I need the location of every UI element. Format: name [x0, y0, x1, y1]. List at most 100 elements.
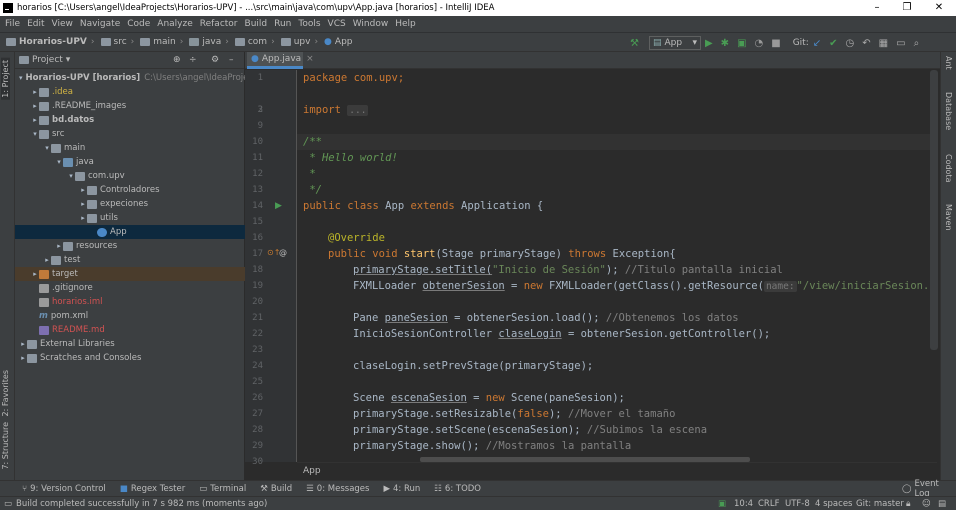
- tree-item-java[interactable]: ▾ java: [15, 155, 245, 169]
- tree-item-external-libraries[interactable]: ▸ External Libraries: [15, 337, 245, 351]
- tool-version-control[interactable]: ⑂ 9: Version Control: [22, 484, 106, 494]
- notifications-icon[interactable]: ▤: [938, 499, 946, 509]
- folded-imports[interactable]: ...: [347, 105, 369, 116]
- tool-messages[interactable]: ☰ 0: Messages: [306, 484, 369, 494]
- stop-icon[interactable]: ■: [771, 38, 780, 49]
- locate-icon[interactable]: ⊕: [173, 55, 181, 65]
- codota-status-icon[interactable]: ▣: [718, 499, 726, 509]
- tool-build[interactable]: ⚒ Build: [260, 484, 292, 494]
- maven-tool-tab[interactable]: Maven: [944, 204, 953, 231]
- status-message[interactable]: Build completed successfully in 7 s 982 …: [16, 499, 267, 509]
- structure-tool-tab[interactable]: 7: Structure: [1, 422, 10, 470]
- file-encoding[interactable]: UTF-8: [785, 499, 810, 509]
- git-commit-icon[interactable]: ✔: [829, 38, 837, 49]
- close-button[interactable]: ✕: [924, 0, 954, 16]
- tree-item-resources[interactable]: ▸ resources: [15, 239, 245, 253]
- tool-regex-tester[interactable]: ■ Regex Tester: [120, 484, 185, 494]
- hammer-build-icon[interactable]: ⚒: [630, 38, 639, 49]
- chevron-down-icon[interactable]: ▾: [66, 55, 71, 65]
- code-editor[interactable]: package com.upv; import ... /** * Hello …: [297, 70, 937, 462]
- tree-item-pom-xml[interactable]: m pom.xml: [15, 309, 245, 323]
- close-tab-icon[interactable]: ×: [306, 54, 314, 64]
- rollback-icon[interactable]: ↶: [862, 38, 870, 49]
- class-icon: ●: [324, 37, 332, 47]
- tab-app-java[interactable]: ● App.java ×: [247, 52, 314, 69]
- menu-build[interactable]: Build: [245, 19, 268, 29]
- coverage-icon[interactable]: ▣: [737, 38, 746, 49]
- debug-icon[interactable]: ✱: [721, 38, 729, 49]
- codota-tool-tab[interactable]: Codota: [944, 154, 953, 183]
- menu-refactor[interactable]: Refactor: [200, 19, 238, 29]
- breadcrumb-src[interactable]: src ›: [100, 37, 134, 47]
- menu-code[interactable]: Code: [127, 19, 150, 29]
- database-tool-tab[interactable]: Database: [944, 92, 953, 130]
- tree-item-project-root[interactable]: ▾ Horarios-UPV [horarios] C:\Users\angel\I…: [15, 71, 270, 85]
- git-history-icon[interactable]: ◷: [846, 38, 855, 49]
- lock-icon[interactable]: 🔒︎: [906, 499, 911, 509]
- profile-icon[interactable]: ◔: [755, 38, 764, 49]
- tree-item-utils[interactable]: ▸ utils: [15, 211, 245, 225]
- resources-folder-icon: [63, 241, 73, 251]
- status-layout-icon[interactable]: ▭: [4, 499, 12, 509]
- layout-icon[interactable]: ▭: [896, 38, 905, 49]
- git-update-icon[interactable]: ↙: [813, 38, 821, 49]
- inspector-icon[interactable]: ☺: [922, 499, 931, 509]
- menu-edit[interactable]: Edit: [27, 19, 44, 29]
- breadcrumb-com[interactable]: com ›: [234, 37, 275, 47]
- tree-item-com-upv[interactable]: ▾ com.upv: [15, 169, 245, 183]
- tree-item-src[interactable]: ▾ src: [15, 127, 245, 141]
- tree-item-gitignore[interactable]: .gitignore: [15, 281, 245, 295]
- line-number: 30: [252, 457, 263, 467]
- search-icon[interactable]: ⌕: [914, 38, 920, 49]
- tree-item-readme-images[interactable]: ▸ .README_images: [15, 99, 245, 113]
- breadcrumb-java[interactable]: java ›: [189, 37, 229, 47]
- project-view-selector[interactable]: Project: [32, 55, 63, 65]
- tree-item-horarios-iml[interactable]: horarios.iml: [15, 295, 245, 309]
- gear-icon[interactable]: ⚙: [211, 55, 219, 65]
- tree-item-expeciones[interactable]: ▸ expeciones: [15, 197, 245, 211]
- tree-item-controladores[interactable]: ▸ Controladores: [15, 183, 245, 197]
- menu-help[interactable]: Help: [395, 19, 416, 29]
- menu-tools[interactable]: Tools: [298, 19, 320, 29]
- menu-navigate[interactable]: Navigate: [80, 19, 120, 29]
- breadcrumb-project[interactable]: Horarios-UPV ›: [6, 37, 95, 47]
- ant-tool-tab[interactable]: Ant: [944, 56, 953, 70]
- tree-item-idea[interactable]: ▸ .idea: [15, 85, 245, 99]
- menu-view[interactable]: View: [52, 19, 73, 29]
- todo-icon: ☷: [434, 483, 442, 494]
- git-branch[interactable]: Git: master: [856, 499, 904, 509]
- tree-item-app[interactable]: App: [15, 225, 245, 239]
- editor-breadcrumb-app[interactable]: App: [303, 466, 321, 476]
- menu-analyze[interactable]: Analyze: [157, 19, 192, 29]
- line-separator[interactable]: CRLF: [758, 499, 779, 509]
- menu-window[interactable]: Window: [353, 19, 389, 29]
- breadcrumb-app[interactable]: ● App: [324, 37, 352, 47]
- run-icon[interactable]: ▶: [705, 38, 713, 49]
- tool-run[interactable]: ▶ 4: Run: [383, 484, 420, 494]
- menu-vcs[interactable]: VCS: [328, 19, 346, 29]
- caret-position[interactable]: 10:4: [734, 499, 753, 509]
- indent-setting[interactable]: 4 spaces: [815, 499, 852, 509]
- minimize-button[interactable]: –: [862, 0, 892, 16]
- favorites-tool-tab[interactable]: 2: Favorites: [1, 370, 10, 416]
- vertical-scrollbar[interactable]: [930, 70, 938, 350]
- project-tool-tab[interactable]: 1: Project: [1, 58, 10, 100]
- breadcrumb-upv[interactable]: upv ›: [280, 37, 318, 47]
- run-config-select[interactable]: ▤ App ▾: [648, 36, 701, 50]
- hide-icon[interactable]: –: [229, 55, 234, 65]
- tree-item-readme-md[interactable]: README.md: [15, 323, 245, 337]
- tree-item-target[interactable]: ▸ target: [15, 267, 245, 281]
- collapse-all-icon[interactable]: ÷: [189, 55, 197, 65]
- tool-todo[interactable]: ☷ 6: TODO: [434, 484, 481, 494]
- menu-file[interactable]: File: [5, 19, 20, 29]
- tool-terminal[interactable]: ▭ Terminal: [199, 484, 246, 494]
- maximize-button[interactable]: ❐: [892, 0, 922, 16]
- tree-item-bd-datos[interactable]: ▸ bd.datos: [15, 113, 245, 127]
- run-gutter-icon[interactable]: ▶: [275, 201, 282, 211]
- tree-item-test[interactable]: ▸ test: [15, 253, 245, 267]
- project-structure-icon[interactable]: ▦: [879, 38, 888, 49]
- menu-run[interactable]: Run: [274, 19, 291, 29]
- tree-item-scratches[interactable]: ▸ Scratches and Consoles: [15, 351, 245, 365]
- breadcrumb-main[interactable]: main ›: [140, 37, 183, 47]
- tree-item-main[interactable]: ▾ main: [15, 141, 245, 155]
